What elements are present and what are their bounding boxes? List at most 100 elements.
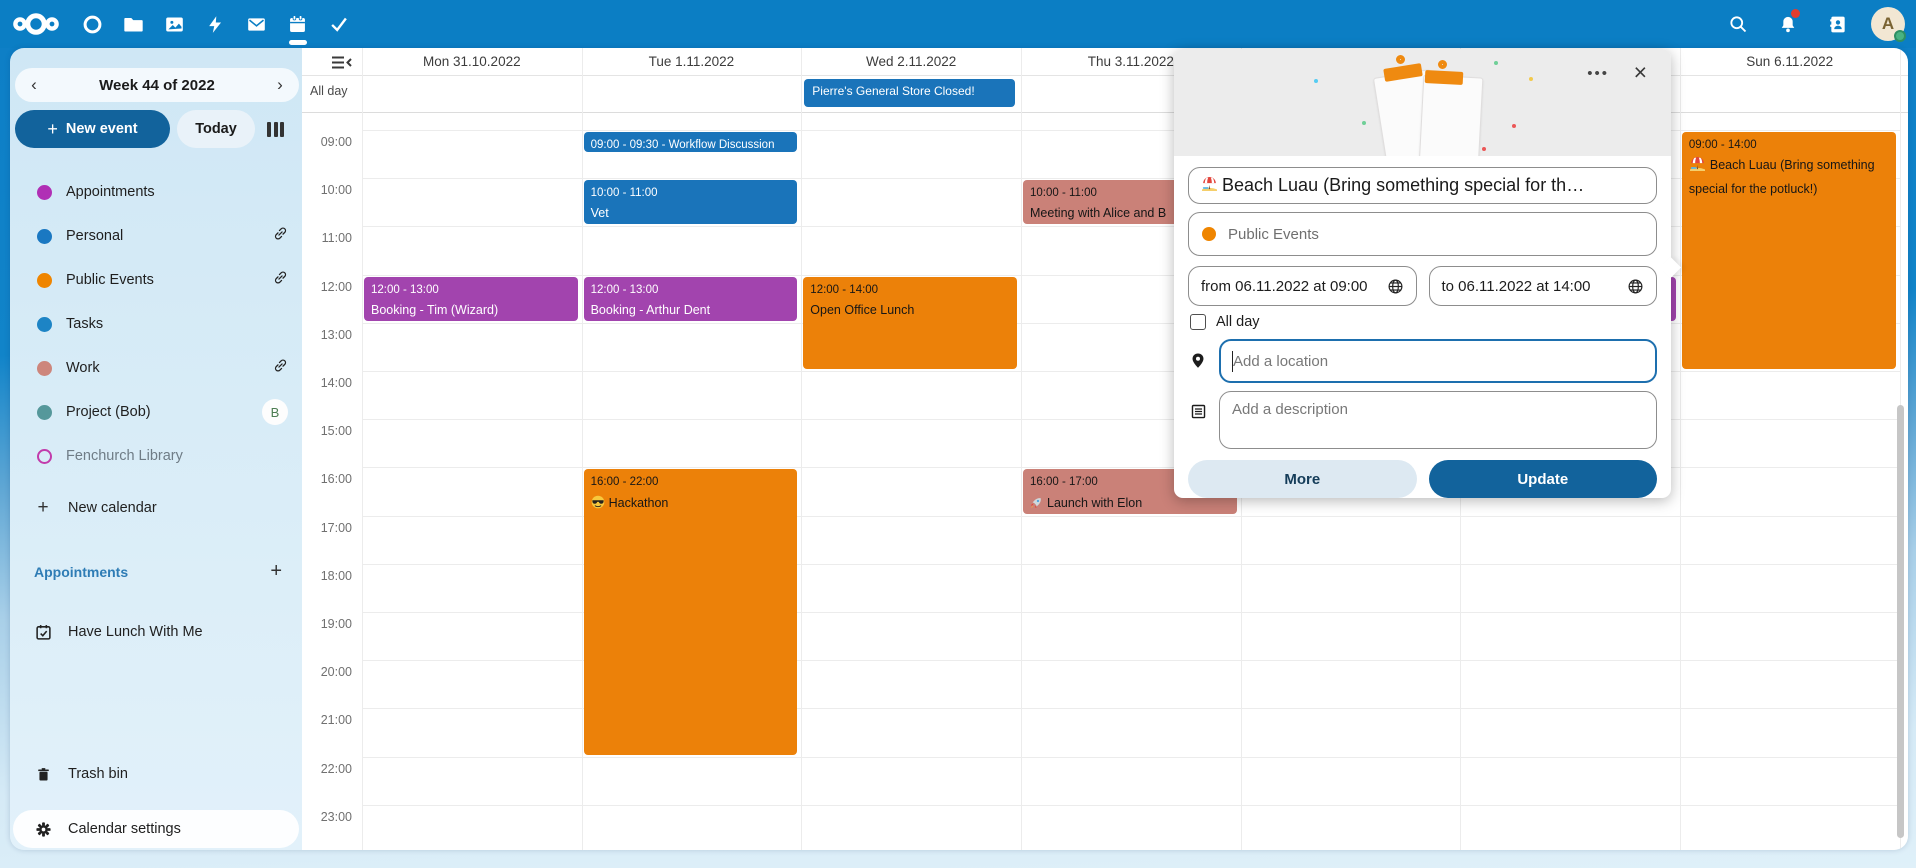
tasks-icon[interactable] <box>318 0 359 48</box>
mail-icon[interactable] <box>236 0 277 48</box>
all-day-label: All day <box>310 84 348 98</box>
calendar-check-icon <box>34 624 52 641</box>
beach-emoji-icon <box>1689 156 1706 179</box>
calendar-item[interactable]: Fenchurch Library <box>10 434 302 478</box>
week-label: Week 44 of 2022 <box>99 77 215 94</box>
all-day-checkbox[interactable]: All day <box>1190 314 1657 330</box>
calendar-event[interactable]: 12:00 - 14:00Open Office Lunch <box>803 277 1017 369</box>
rocket-emoji-icon <box>1030 495 1043 514</box>
previous-week-button[interactable]: ‹ <box>21 72 47 98</box>
calendar-item[interactable]: Appointments <box>10 170 302 214</box>
all-day-event[interactable]: Pierre's General Store Closed! <box>804 79 1015 107</box>
day-header[interactable]: Wed 2.11.2022 <box>801 48 1021 75</box>
description-input[interactable]: Add a description <box>1219 391 1657 449</box>
calendar-event[interactable]: 10:00 - 11:00Vet <box>584 180 798 224</box>
trash-bin-button[interactable]: Trash bin <box>10 754 302 794</box>
today-button[interactable]: Today <box>177 110 255 148</box>
timezone-globe-icon[interactable] <box>1387 278 1404 295</box>
column-border <box>362 48 363 850</box>
calendar-color-dot <box>37 229 52 244</box>
day-header[interactable]: Tue 1.11.2022 <box>582 48 802 75</box>
end-datetime-field[interactable]: to 06.11.2022 at 14:00 <box>1429 266 1658 306</box>
calendar-item-label: Public Events <box>66 272 273 288</box>
time-label: 14:00 <box>302 376 352 390</box>
view-switcher-icon[interactable] <box>267 122 284 137</box>
calendar-item-label: Fenchurch Library <box>66 448 288 464</box>
search-icon[interactable] <box>1718 0 1758 48</box>
day-header[interactable]: Mon 31.10.2022 <box>362 48 582 75</box>
popup-illustration: ••• × <box>1174 49 1671 156</box>
dashboard-icon[interactable] <box>72 0 113 48</box>
column-border <box>1680 48 1681 850</box>
status-online-dot <box>1894 30 1906 42</box>
calendar-item-label: Work <box>66 360 273 376</box>
calendar-item-label: Tasks <box>66 316 288 332</box>
calendar-sidebar: ‹ Week 44 of 2022 › +New event Today App… <box>10 48 302 850</box>
new-calendar-button[interactable]: +New calendar <box>10 488 302 528</box>
location-input[interactable]: Add a location <box>1219 339 1657 383</box>
event-editor-popup: ••• × Beach Luau (Bring something specia… <box>1174 49 1671 498</box>
calendar-icon[interactable] <box>277 0 318 48</box>
calendar-item[interactable]: Tasks <box>10 302 302 346</box>
calendar-item[interactable]: Personal <box>10 214 302 258</box>
more-actions-icon[interactable]: ••• <box>1587 65 1609 82</box>
time-label: 19:00 <box>302 617 352 631</box>
calendar-select[interactable]: Public Events <box>1188 212 1657 256</box>
photos-icon[interactable] <box>154 0 195 48</box>
close-icon[interactable]: × <box>1634 59 1647 86</box>
top-bar: A <box>0 0 1916 48</box>
calendar-event[interactable]: 09:00 - 14:00Beach Luau (Bring something… <box>1682 132 1896 369</box>
update-button[interactable]: Update <box>1429 460 1658 498</box>
active-app-indicator <box>289 40 307 45</box>
time-label: 17:00 <box>302 521 352 535</box>
add-appointment-config-button[interactable]: + <box>270 560 282 583</box>
next-week-button[interactable]: › <box>267 72 293 98</box>
location-pin-icon <box>1188 339 1208 370</box>
calendar-item[interactable]: Project (Bob)B <box>10 390 302 434</box>
contacts-icon[interactable] <box>1818 0 1858 48</box>
calendar-event[interactable]: 09:00 - 09:30 - Workflow Discussion <box>584 132 798 152</box>
start-datetime-field[interactable]: from 06.11.2022 at 09:00 <box>1188 266 1417 306</box>
appointment-item[interactable]: Have Lunch With Me <box>10 612 302 652</box>
trash-icon <box>34 766 52 783</box>
shared-user-avatar: B <box>262 399 288 425</box>
time-label: 20:00 <box>302 665 352 679</box>
calendar-color-dot <box>37 273 52 288</box>
calendar-event[interactable]: 12:00 - 13:00Booking - Arthur Dent <box>584 277 798 321</box>
time-label: 21:00 <box>302 713 352 727</box>
calendar-item[interactable]: Work <box>10 346 302 390</box>
calendar-color-dot <box>37 317 52 332</box>
event-title-input[interactable]: Beach Luau (Bring something special for … <box>1188 167 1657 204</box>
time-label: 13:00 <box>302 328 352 342</box>
calendar-event[interactable]: 12:00 - 13:00Booking - Tim (Wizard) <box>364 277 578 321</box>
notifications-bell-icon[interactable] <box>1768 0 1808 48</box>
calendar-color-dot <box>37 361 52 376</box>
checkbox-unchecked[interactable] <box>1190 314 1206 330</box>
calendar-item-label: Appointments <box>66 184 288 200</box>
column-border <box>1021 48 1022 850</box>
calendar-item[interactable]: Public Events <box>10 258 302 302</box>
appointments-section: Appointments + <box>10 560 302 583</box>
day-header[interactable]: Sun 6.11.2022 <box>1680 48 1900 75</box>
collapse-sidebar-icon[interactable] <box>330 55 352 70</box>
activity-icon[interactable] <box>195 0 236 48</box>
week-navigation: ‹ Week 44 of 2022 › <box>15 68 299 102</box>
shared-link-icon[interactable] <box>273 270 288 290</box>
calendar-settings-button[interactable]: Calendar settings <box>13 810 299 848</box>
user-avatar[interactable]: A <box>1868 0 1908 48</box>
calendar-color-dot <box>37 405 52 420</box>
vertical-scrollbar[interactable] <box>1897 405 1904 838</box>
time-label: 09:00 <box>302 135 352 149</box>
nextcloud-logo[interactable] <box>0 0 72 48</box>
appointments-heading: Appointments <box>34 564 270 580</box>
files-icon[interactable] <box>113 0 154 48</box>
plus-icon: + <box>34 497 52 519</box>
calendar-event[interactable]: 16:00 - 22:00Hackathon <box>584 469 798 754</box>
shared-link-icon[interactable] <box>273 358 288 378</box>
calendar-color-dot <box>37 185 52 200</box>
shared-link-icon[interactable] <box>273 226 288 246</box>
new-event-button[interactable]: +New event <box>15 110 170 148</box>
more-button[interactable]: More <box>1188 460 1417 498</box>
time-label: 12:00 <box>302 280 352 294</box>
timezone-globe-icon[interactable] <box>1627 278 1644 295</box>
